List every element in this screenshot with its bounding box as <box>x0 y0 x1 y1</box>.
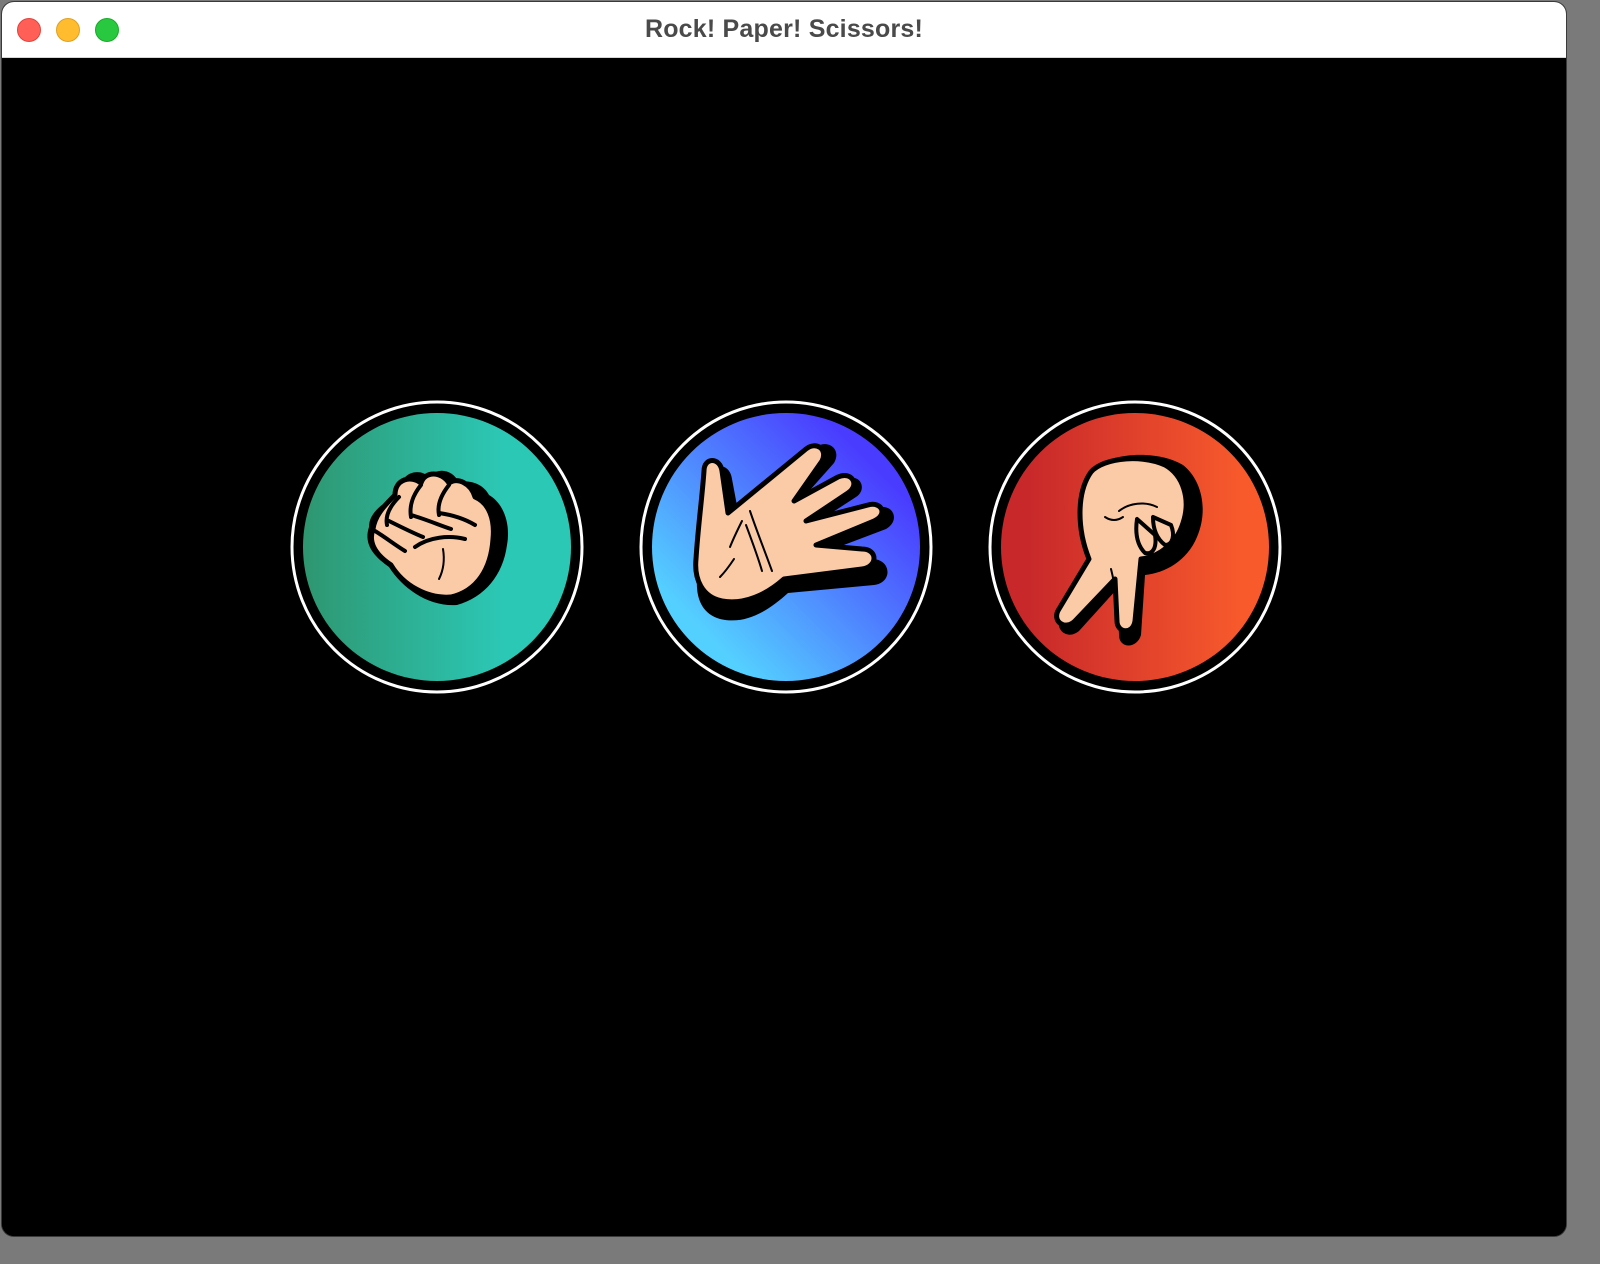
open-hand-icon <box>639 400 933 694</box>
scissors-button[interactable] <box>987 399 1283 695</box>
paper-button[interactable] <box>638 399 934 695</box>
zoom-window-button[interactable] <box>95 18 119 42</box>
app-window: Rock! Paper! Scissors! <box>2 2 1566 1236</box>
close-window-button[interactable] <box>17 18 41 42</box>
fist-icon <box>290 400 584 694</box>
rock-button[interactable] <box>289 399 585 695</box>
game-canvas <box>2 58 1566 1236</box>
scissors-hand-icon <box>988 400 1282 694</box>
minimize-window-button[interactable] <box>56 18 80 42</box>
title-bar: Rock! Paper! Scissors! <box>2 2 1566 58</box>
window-title: Rock! Paper! Scissors! <box>644 15 924 43</box>
